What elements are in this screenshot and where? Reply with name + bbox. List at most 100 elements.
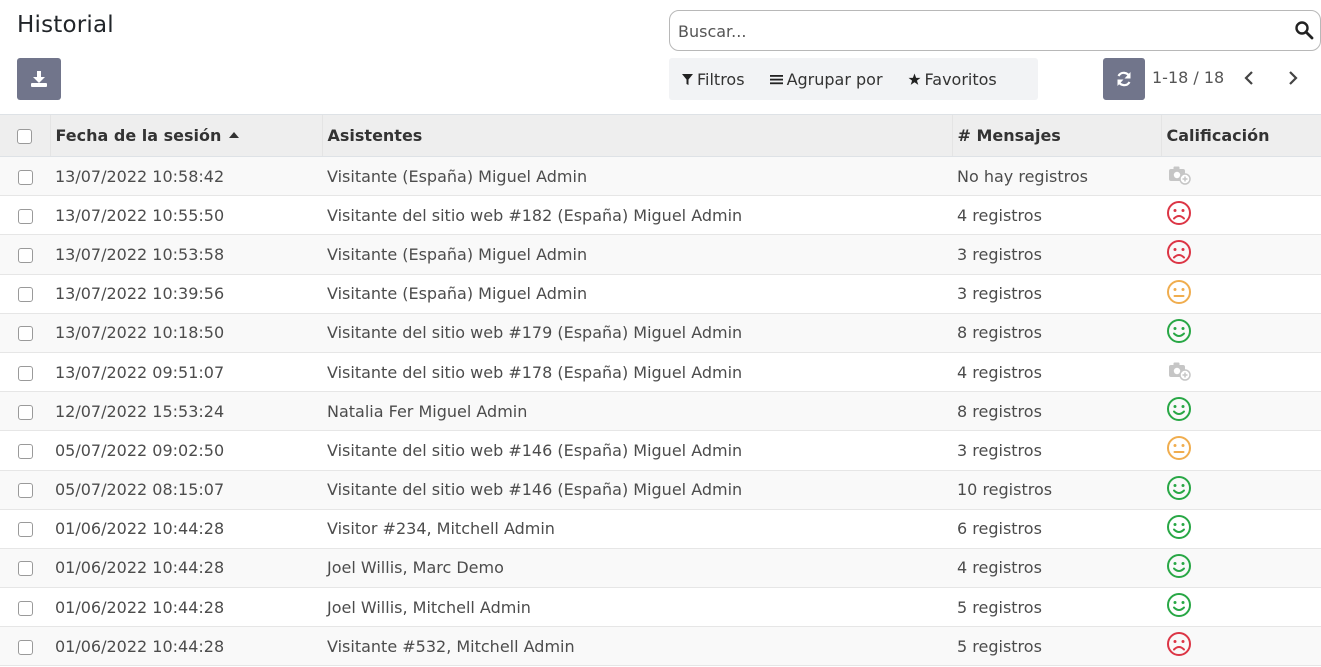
row-select-cell — [0, 156, 50, 197]
smile-icon — [1166, 514, 1192, 544]
column-header-attendees[interactable]: Asistentes — [321, 114, 952, 157]
session-rating — [1161, 352, 1321, 393]
search-input[interactable] — [678, 19, 1278, 43]
table-row[interactable]: 05/07/2022 09:02:50 Visitante del sitio w… — [0, 430, 1321, 471]
row-checkbox[interactable] — [17, 208, 33, 224]
search-icon[interactable] — [1294, 20, 1314, 40]
row-select-cell — [0, 470, 50, 510]
session-rating — [1161, 274, 1321, 314]
table-row[interactable]: 01/06/2022 10:44:28 Joel Willis, Mitchell… — [0, 587, 1321, 628]
session-date: 01/06/2022 10:44:28 — [50, 626, 322, 667]
session-attendees: Visitante (España) Miguel Admin — [322, 234, 952, 275]
session-messages: 4 registros — [952, 195, 1161, 236]
session-messages: 8 registros — [952, 391, 1161, 432]
session-rating — [1161, 313, 1321, 353]
search-panel: Filtros Agrupar por Favoritos — [669, 58, 1038, 100]
session-rating — [1161, 626, 1321, 667]
row-checkbox[interactable] — [17, 483, 33, 499]
table-row[interactable]: 05/07/2022 08:15:07 Visitante del sitio w… — [0, 470, 1321, 510]
session-messages: No hay registros — [952, 156, 1161, 197]
session-attendees: Natalia Fer Miguel Admin — [322, 391, 952, 432]
row-checkbox[interactable] — [17, 169, 33, 185]
session-messages: 4 registros — [952, 352, 1161, 393]
star-icon — [908, 73, 920, 85]
session-attendees: Visitante del sitio web #178 (España) Mi… — [322, 352, 952, 393]
column-header-messages[interactable]: # Mensajes — [951, 114, 1161, 157]
column-header-messages-label: # Mensajes — [957, 126, 1061, 145]
previous-page-button[interactable] — [1239, 68, 1259, 88]
session-rating — [1161, 156, 1321, 197]
frown-icon — [1166, 239, 1192, 269]
download-button[interactable] — [17, 58, 61, 100]
smile-icon — [1166, 592, 1192, 622]
table-row[interactable]: 12/07/2022 15:53:24 Natalia Fer Miguel Ad… — [0, 391, 1321, 432]
table-row[interactable]: 13/07/2022 10:53:58 Visitante (España) Mi… — [0, 234, 1321, 275]
row-checkbox[interactable] — [17, 522, 33, 538]
row-checkbox[interactable] — [17, 287, 33, 303]
row-select-cell — [0, 509, 50, 549]
session-rating — [1161, 430, 1321, 471]
row-select-cell — [0, 234, 50, 275]
sort-ascending-icon — [229, 131, 240, 138]
session-date: 05/07/2022 09:02:50 — [50, 430, 322, 471]
favorites-label: Favoritos — [924, 69, 997, 89]
refresh-button[interactable] — [1103, 58, 1145, 100]
session-attendees: Visitor #234, Mitchell Admin — [322, 509, 952, 549]
row-checkbox[interactable] — [17, 365, 33, 381]
table-row[interactable]: 13/07/2022 10:18:50 Visitante del sitio w… — [0, 313, 1321, 353]
session-date: 13/07/2022 10:18:50 — [50, 313, 322, 353]
chevron-left-icon — [1244, 71, 1253, 85]
session-messages: 3 registros — [952, 430, 1161, 471]
frown-icon — [1166, 631, 1192, 661]
row-checkbox[interactable] — [17, 326, 33, 342]
table-row[interactable]: 01/06/2022 10:44:28 Visitante #532, Mitch… — [0, 626, 1321, 667]
table-row[interactable]: 13/07/2022 09:51:07 Visitante del sitio w… — [0, 352, 1321, 393]
column-header-date-label: Fecha de la sesión — [55, 126, 222, 145]
favorites-dropdown[interactable]: Favoritos — [908, 70, 997, 89]
row-select-cell — [0, 391, 50, 432]
session-rating — [1161, 391, 1321, 432]
table-row[interactable]: 13/07/2022 10:58:42 Visitante (España) Mi… — [0, 156, 1321, 197]
column-header-rating[interactable]: Calificación — [1160, 114, 1321, 157]
session-attendees: Visitante del sitio web #179 (España) Mi… — [322, 313, 952, 353]
session-attendees: Joel Willis, Mitchell Admin — [322, 587, 952, 628]
row-checkbox[interactable] — [17, 561, 33, 577]
pager-value[interactable]: 1-18 / 18 — [1152, 68, 1224, 87]
row-select-cell — [0, 313, 50, 353]
row-select-cell — [0, 626, 50, 667]
search-bar — [669, 10, 1321, 51]
session-rating — [1161, 509, 1321, 549]
select-all-checkbox[interactable] — [17, 129, 33, 144]
row-checkbox[interactable] — [17, 600, 33, 616]
session-date: 12/07/2022 15:53:24 — [50, 391, 322, 432]
filters-dropdown[interactable]: Filtros — [682, 70, 745, 89]
row-select-cell — [0, 352, 50, 393]
table-row[interactable]: 13/07/2022 10:55:50 Visitante del sitio w… — [0, 195, 1321, 236]
session-rating — [1161, 234, 1321, 275]
row-checkbox[interactable] — [17, 247, 33, 263]
download-icon — [31, 71, 47, 87]
column-header-date[interactable]: Fecha de la sesión — [49, 114, 322, 157]
table-row[interactable]: 01/06/2022 10:44:28 Visitor #234, Mitchel… — [0, 509, 1321, 549]
session-messages: 10 registros — [952, 470, 1161, 510]
filters-label: Filtros — [697, 69, 745, 89]
frown-icon — [1166, 200, 1192, 230]
session-date: 01/06/2022 10:44:28 — [50, 548, 322, 589]
session-messages: 5 registros — [952, 626, 1161, 667]
session-rating — [1161, 470, 1321, 510]
session-attendees: Visitante del sitio web #146 (España) Mi… — [322, 470, 952, 510]
table-row[interactable]: 13/07/2022 10:39:56 Visitante (España) Mi… — [0, 274, 1321, 314]
group-by-dropdown[interactable]: Agrupar por — [769, 70, 883, 89]
select-all-cell — [0, 114, 50, 157]
row-checkbox[interactable] — [17, 443, 33, 459]
session-messages: 8 registros — [952, 313, 1161, 353]
table-row[interactable]: 01/06/2022 10:44:28 Joel Willis, Marc Dem… — [0, 548, 1321, 589]
next-page-button[interactable] — [1283, 68, 1303, 88]
row-checkbox[interactable] — [17, 404, 33, 420]
session-attendees: Visitante del sitio web #182 (España) Mi… — [322, 195, 952, 236]
row-checkbox[interactable] — [17, 639, 33, 655]
session-rating — [1161, 548, 1321, 589]
session-date: 13/07/2022 09:51:07 — [50, 352, 322, 393]
session-attendees: Joel Willis, Marc Demo — [322, 548, 952, 589]
session-date: 05/07/2022 08:15:07 — [50, 470, 322, 510]
